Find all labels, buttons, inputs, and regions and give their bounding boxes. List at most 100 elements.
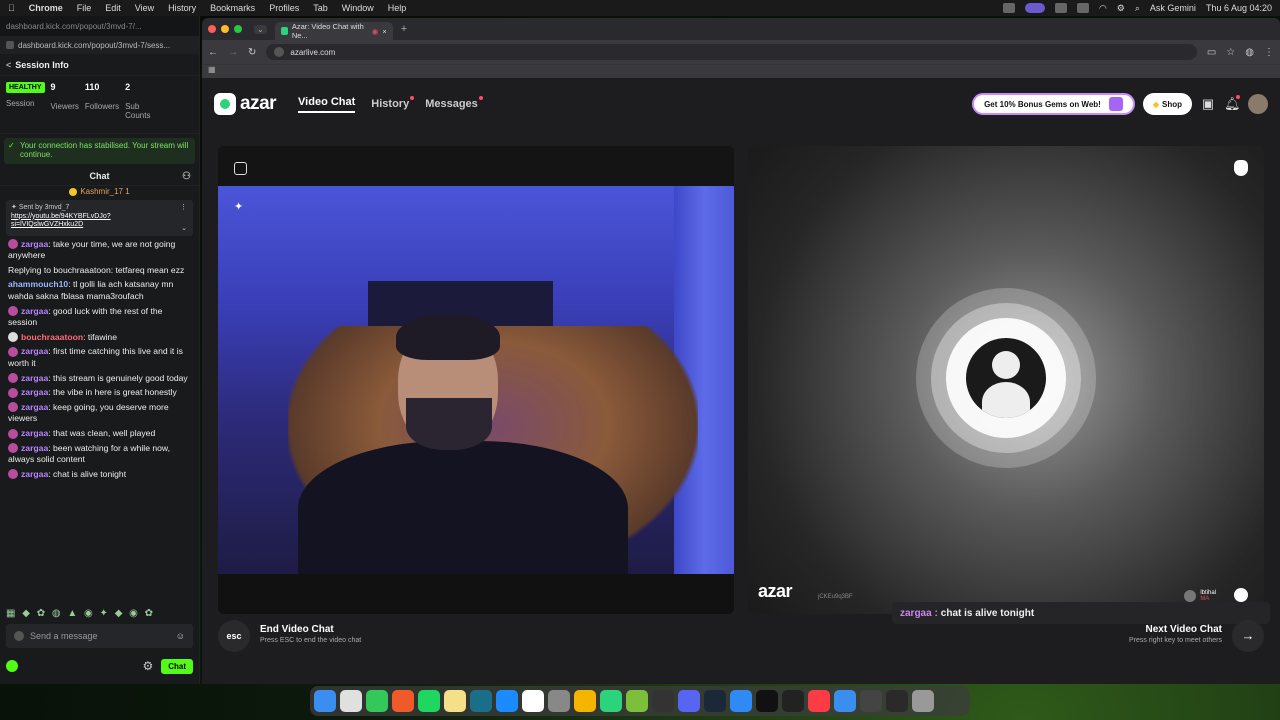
chat-username[interactable]: bouchraaatoon [21,332,83,342]
github-icon[interactable] [652,690,674,712]
menu-bookmarks[interactable]: Bookmarks [210,3,255,13]
new-tab-button[interactable]: + [401,23,407,35]
reload-icon[interactable]: ↻ [248,47,256,58]
maximize-window-button[interactable] [234,25,242,33]
nav-video-chat[interactable]: Video Chat [298,96,356,113]
external-window-icon[interactable] [234,162,247,175]
menu-tab[interactable]: Tab [313,3,328,13]
menu-profiles[interactable]: Profiles [269,3,299,13]
close-tab-icon[interactable]: × [382,27,386,36]
status-icon[interactable] [1002,3,1015,13]
menu-app-name[interactable]: Chrome [29,3,63,13]
back-icon[interactable]: < [6,60,11,70]
menu-history[interactable]: History [168,3,196,13]
nav-history[interactable]: History [371,96,415,110]
emoji-icon[interactable]: ☺ [176,631,185,641]
bonus-gems-button[interactable]: Get 10% Bonus Gems on Web! [972,93,1135,115]
chat-identity-icon[interactable] [14,631,24,641]
menu-file[interactable]: File [77,3,92,13]
nav-messages[interactable]: Messages [425,96,483,110]
window-preview-icon[interactable] [886,690,908,712]
system-settings-icon[interactable] [548,690,570,712]
music-icon[interactable] [808,690,830,712]
chat-username[interactable]: zargaa [21,346,48,356]
trash-icon[interactable] [912,690,934,712]
chrome-menu-icon[interactable]: ⋮ [1264,47,1274,58]
chevron-down-icon[interactable]: ⌄ [181,224,187,232]
notion-icon[interactable] [522,690,544,712]
control-center-icon[interactable]: ⚙ [1117,3,1125,14]
menu-window[interactable]: Window [342,3,374,13]
bookmark-star-icon[interactable]: ☆ [1226,47,1235,58]
steam-icon[interactable] [704,690,726,712]
chat-bubble-icon[interactable] [1234,588,1248,602]
profile-avatar[interactable] [1248,94,1268,114]
site-settings-icon[interactable] [274,47,285,57]
messages-icon[interactable] [366,690,388,712]
cast-icon[interactable]: ▭ [1207,47,1216,58]
safari-icon[interactable] [834,690,856,712]
notes-icon[interactable] [444,690,466,712]
notion-status-icon[interactable] [1054,3,1067,13]
emote-bar[interactable]: ▦ ◆ ✿ ◍ ▲ ◉ ✦ ◆ ◉ ✿ [0,604,161,623]
finder-icon[interactable] [314,690,336,712]
chat-username[interactable]: zargaa [21,443,48,453]
minimize-window-button[interactable] [221,25,229,33]
screen-record-icon[interactable] [1024,3,1045,13]
spotlight-icon[interactable]: ⌕ [1135,3,1140,14]
shop-button[interactable]: ◆ Shop [1142,93,1192,115]
chat-users-icon[interactable]: ⚇ [182,171,191,182]
chat-username[interactable]: zargaa [21,306,48,316]
apple-icon[interactable]:  [8,3,15,13]
tiktok-icon[interactable] [756,690,778,712]
end-chat-button[interactable]: esc [218,620,250,652]
chat-username[interactable]: zargaa [21,402,48,412]
launchpad-icon[interactable] [340,690,362,712]
settings-icon[interactable]: ⚙ [142,659,153,673]
input-source-icon[interactable] [1076,3,1089,13]
chat-input[interactable]: Send a message ☺ [6,624,193,648]
magic-wand-icon[interactable]: ✦ [234,200,243,213]
tab-azar[interactable]: Azar: Video Chat with Ne... ◉ × [274,22,393,40]
obs-icon[interactable] [600,690,622,712]
back-icon[interactable]: ← [208,47,218,58]
spotify-icon[interactable] [418,690,440,712]
close-window-button[interactable] [208,25,216,33]
azar-logo[interactable]: azar [214,93,277,115]
wifi-icon[interactable]: ◠ [1099,3,1107,14]
apps-grid-icon[interactable]: ▦ [208,65,216,74]
app-icon[interactable] [730,690,752,712]
ask-gemini[interactable]: Ask Gemini [1150,3,1196,13]
davinci-icon[interactable] [860,690,882,712]
chrome-icon[interactable] [574,690,596,712]
minecraft-icon[interactable] [626,690,648,712]
menu-edit[interactable]: Edit [105,3,121,13]
discord-icon[interactable] [678,690,700,712]
menu-help[interactable]: Help [388,3,407,13]
app-store-icon[interactable] [496,690,518,712]
clock[interactable]: Thu 6 Aug 04:20 [1206,3,1272,13]
chat-username[interactable]: ahammouch10 [8,279,68,289]
next-chat-button[interactable]: → [1232,620,1264,652]
bell-icon[interactable]: 🔔︎ [1224,95,1241,112]
report-shield-icon[interactable] [1234,160,1248,176]
chat-username[interactable]: zargaa [21,469,48,479]
pinned-link[interactable]: https://youtu.be/94KYBFLvDJo?si=lVIQslwG… [11,213,161,230]
site-info-icon[interactable] [6,41,14,49]
chat-send-button[interactable]: Chat [161,658,193,674]
forward-icon[interactable]: → [228,47,238,58]
tab-search-icon[interactable]: ⌄ [254,24,267,34]
pinned-menu-icon[interactable]: ⋮ [180,203,187,211]
profile-icon[interactable]: ◍ [1245,47,1254,58]
kick-url-bar[interactable]: dashboard.kick.com/popout/3mvd-7/sess... [0,36,199,54]
peer-info[interactable]: lbtihal MA [1184,590,1216,602]
chat-username[interactable]: zargaa [21,387,48,397]
capcut-icon[interactable] [782,690,804,712]
brave-icon[interactable] [392,690,414,712]
inbox-icon[interactable]: ▣ [1200,96,1216,112]
menu-view[interactable]: View [135,3,154,13]
chat-username[interactable]: zargaa [21,428,48,438]
chat-username[interactable]: zargaa [21,373,48,383]
stocks-icon[interactable] [470,690,492,712]
address-bar[interactable]: azarlive.com [266,44,1197,60]
